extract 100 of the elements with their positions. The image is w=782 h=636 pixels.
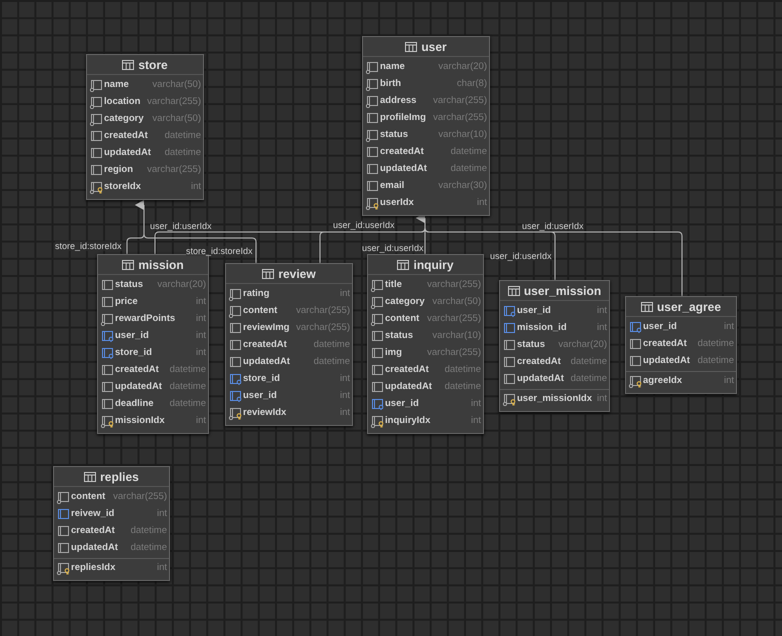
column-type: varchar(30) xyxy=(437,179,487,194)
foreign-key-icon xyxy=(628,321,642,334)
column-name: content xyxy=(243,304,278,318)
table-card[interactable]: user_mission user_id int mission_id int status varchar(20) createdAt datetime updatedAt datetime user_missionIdx int xyxy=(499,280,610,412)
column-name: createdAt xyxy=(243,338,287,352)
column-icon xyxy=(228,305,242,318)
column-icon xyxy=(365,129,379,142)
column-icon xyxy=(228,288,242,301)
table-title: user xyxy=(421,38,447,56)
column-name: status xyxy=(380,128,408,142)
column-type: varchar(255) xyxy=(426,312,481,326)
column-icon xyxy=(89,130,103,143)
column-name: email xyxy=(380,179,404,194)
column-name: createdAt xyxy=(517,355,561,370)
column-type: int xyxy=(470,414,481,428)
relation-label: user_id:userIdx xyxy=(522,221,584,231)
column-name: createdAt xyxy=(104,129,148,144)
column-type: int xyxy=(194,329,206,344)
column-type: int xyxy=(338,389,350,404)
column-type: int xyxy=(338,287,350,302)
column-icon xyxy=(228,322,242,335)
column-icon xyxy=(89,96,103,109)
table-title: inquiry xyxy=(413,256,454,274)
column-name: updatedAt xyxy=(385,380,432,394)
primary-key-icon xyxy=(228,407,242,420)
column-type: datetime xyxy=(130,524,167,538)
column-name: updatedAt xyxy=(71,541,118,556)
column-name: createdAt xyxy=(380,145,424,160)
column-name: reviewImg xyxy=(243,321,290,336)
column-type: int xyxy=(156,560,167,575)
column-icon xyxy=(502,322,516,335)
column-type: datetime xyxy=(696,354,734,368)
column-icon xyxy=(89,164,103,177)
column-icon xyxy=(370,330,384,343)
column-type: datetime xyxy=(570,355,607,370)
column-type: int xyxy=(470,397,481,412)
column-icon xyxy=(365,146,379,159)
column-type: varchar(255) xyxy=(426,278,481,292)
table-card[interactable]: inquiry title varchar(255) category varchar(50) content varchar(255) status varchar(10) img varchar(255) createdAt datetime updatedAt datetime user_id int inquiryIdx int xyxy=(367,254,484,434)
column-name: store_id xyxy=(243,372,280,386)
foreign-key-icon xyxy=(502,305,516,318)
column-type: varchar(255) xyxy=(146,163,201,178)
column-name: updatedAt xyxy=(380,162,427,176)
column-type: datetime xyxy=(444,380,481,394)
column-name: status xyxy=(517,338,545,352)
column-icon xyxy=(365,163,379,176)
column-icon xyxy=(100,313,114,326)
column-name: createdAt xyxy=(71,524,115,538)
table-icon xyxy=(508,286,520,296)
primary-key-icon xyxy=(56,562,70,574)
column-icon xyxy=(228,339,242,352)
relation-label: user_id:userIdx xyxy=(362,243,424,253)
column-name: updatedAt xyxy=(243,355,290,370)
column-name: title xyxy=(385,278,402,292)
column-type: int xyxy=(194,312,206,326)
column-type: int xyxy=(190,180,201,194)
column-name: category xyxy=(104,112,144,126)
table-card[interactable]: user_agree user_id int createdAt datetime updatedAt datetime agreeIdx int xyxy=(625,296,737,394)
column-icon xyxy=(628,338,642,351)
column-name: profileImg xyxy=(380,111,426,126)
table-card[interactable]: store name varchar(50) location varchar(255) category varchar(50) createdAt datetime updatedAt datetime region varchar(255) storeIdx int xyxy=(86,54,204,200)
column-name: name xyxy=(104,78,129,92)
table-title: store xyxy=(138,56,168,74)
column-name: updatedAt xyxy=(643,354,690,368)
column-type: int xyxy=(722,320,734,334)
column-icon xyxy=(89,79,103,92)
column-type: int xyxy=(596,392,608,406)
table-title: review xyxy=(278,266,316,282)
table-card[interactable]: replies content varchar(255) reivew_id int createdAt datetime updatedAt datetime repliesIdx int xyxy=(53,466,170,581)
column-type: varchar(255) xyxy=(426,346,481,360)
column-name: agreeIdx xyxy=(643,374,682,388)
column-type: datetime xyxy=(130,541,167,556)
column-name: content xyxy=(71,490,106,504)
column-type: varchar(255) xyxy=(295,321,350,336)
column-name: createdAt xyxy=(115,363,159,378)
column-type: varchar(50) xyxy=(151,78,201,92)
column-type: datetime xyxy=(444,363,481,378)
column-type: varchar(50) xyxy=(151,112,201,126)
column-type: int xyxy=(338,372,350,386)
table-card[interactable]: mission status varchar(20) price int rewardPoints int user_id int store_id int createdAt datetime updatedAt datetime deadline datetime missionIdx int xyxy=(97,254,209,434)
table-card[interactable]: review rating int content varchar(255) reviewImg varchar(255) createdAt datetime updatedAt datetime store_id int user_id int reviewIdx int xyxy=(225,263,353,426)
column-name: address xyxy=(380,94,416,108)
column-name: inquiryIdx xyxy=(385,414,430,428)
column-name: birth xyxy=(380,77,402,92)
primary-key-icon xyxy=(100,415,114,428)
column-icon xyxy=(370,279,384,292)
primary-key-icon xyxy=(502,392,516,406)
table-title: user_mission xyxy=(524,282,602,300)
column-name: location xyxy=(104,95,140,110)
foreign-key-icon xyxy=(228,390,242,403)
column-name: storeIdx xyxy=(104,180,141,194)
column-icon xyxy=(100,381,114,394)
table-card[interactable]: user name varchar(20) birth char(8) address varchar(255) profileImg varchar(255) status varchar(10) createdAt datetime updatedAt datetime email varchar(30) userIdx int xyxy=(362,36,490,216)
column-name: user_id xyxy=(643,320,677,334)
column-icon xyxy=(100,296,114,309)
relation-label: user_id:userIdx xyxy=(333,220,395,230)
column-name: mission_id xyxy=(517,321,567,336)
primary-key-icon xyxy=(370,415,384,428)
column-name: store_id xyxy=(115,346,152,360)
column-icon xyxy=(56,508,70,521)
